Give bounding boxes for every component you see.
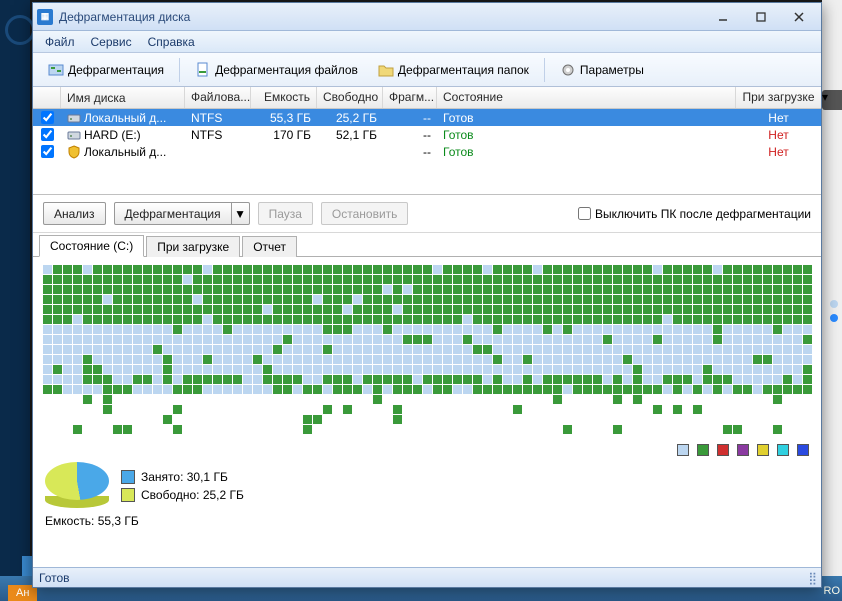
pie-chart [45,462,109,510]
disk-frag: -- [383,145,437,159]
legend-box [757,444,769,456]
disk-free: 25,2 ГБ [317,111,383,125]
capacity-label: Емкость: 55,3 ГБ [33,512,821,532]
close-button[interactable] [781,7,817,27]
drive-icon [67,145,81,159]
defrag-map [43,265,811,434]
tool-options[interactable]: Параметры [551,57,653,83]
row-checkbox[interactable] [41,128,54,141]
drive-icon [67,128,81,142]
disk-name: Локальный д... [84,145,166,159]
legend-box [697,444,709,456]
summary: Занято: 30,1 ГБ Свободно: 25,2 ГБ [33,458,821,512]
minimize-button[interactable] [705,7,741,27]
legend-box [777,444,789,456]
pause-button[interactable]: Пауза [258,202,313,225]
col-cap[interactable]: Емкость [251,87,317,108]
defrag-button[interactable]: Дефрагментация [114,202,232,225]
status-text: Готов [39,571,70,585]
shutdown-label: Выключить ПК после дефрагментации [595,207,811,221]
disk-fs: NTFS [185,128,251,142]
folder-icon [378,62,394,78]
row-checkbox[interactable] [41,111,54,124]
col-free[interactable]: Свободно [317,87,383,108]
used-color-box [121,470,135,484]
window-title: Дефрагментация диска [59,10,705,24]
disk-frag: -- [383,111,437,125]
disk-table-header[interactable]: Имя диска Файлова... Емкость Свободно Фр… [33,87,821,109]
tab-state[interactable]: Состояние (C:) [39,235,144,257]
shutdown-checkbox[interactable] [578,207,591,220]
menu-service[interactable]: Сервис [83,33,140,51]
disk-boot: Нет [768,145,788,159]
maximize-button[interactable] [743,7,779,27]
disk-state: Готов [443,145,474,159]
table-row[interactable]: HARD (E:) NTFS170 ГБ52,1 ГБ-- Готов Нет [33,126,821,143]
disk-boot: Нет [768,128,788,142]
tab-report[interactable]: Отчет [242,236,297,257]
tool-defrag-files[interactable]: Дефрагментация файлов [186,57,367,83]
col-frag[interactable]: Фрагм... [383,87,437,108]
disk-fs: NTFS [185,111,251,125]
menu-file[interactable]: Файл [37,33,83,51]
table-row[interactable]: Локальный д... NTFS55,3 ГБ25,2 ГБ-- Готов Н… [33,109,821,126]
file-icon [195,62,211,78]
statusbar: Готов ⣿ [33,567,821,587]
app-icon: ▦ [37,9,53,25]
defrag-icon [48,62,64,78]
table-row[interactable]: Локальный д... -- Готов Нет [33,143,821,160]
tool-defrag-folders-label: Дефрагментация папок [398,63,529,77]
disk-frag: -- [383,128,437,142]
titlebar[interactable]: ▦ Дефрагментация диска [33,3,821,31]
toolbar: Дефрагментация Дефрагментация файлов Деф… [33,53,821,87]
tool-defrag-files-label: Дефрагментация файлов [215,63,358,77]
legend-box [717,444,729,456]
disk-name: HARD (E:) [84,128,141,142]
col-name[interactable]: Имя диска [61,87,185,108]
legend-box [737,444,749,456]
menu-help[interactable]: Справка [140,33,203,51]
disk-free: 52,1 ГБ [317,128,383,142]
disk-cap: 170 ГБ [251,128,317,142]
tabs: Состояние (C:) При загрузке Отчет [33,233,821,257]
disk-cap: 55,3 ГБ [251,111,317,125]
disk-state: Готов [443,128,474,142]
action-bar: Анализ Дефрагментация ▼ Пауза Остановить… [33,195,821,233]
col-fs[interactable]: Файлова... [185,87,251,108]
gear-icon [560,62,576,78]
tool-defrag-folders[interactable]: Дефрагментация папок [369,57,538,83]
col-boot[interactable]: При загрузке [736,87,821,108]
resize-grip[interactable]: ⣿ [808,571,815,585]
free-label: Свободно: 25,2 ГБ [141,488,244,502]
disk-table: Имя диска Файлова... Емкость Свободно Фр… [33,87,821,195]
tool-defrag-label: Дефрагментация [68,63,164,77]
defrag-dropdown[interactable]: ▼ [232,202,250,225]
tool-options-label: Параметры [580,63,644,77]
disk-boot: Нет [768,111,788,125]
disk-name: Локальный д... [84,111,166,125]
drive-icon [67,111,81,125]
row-checkbox[interactable] [41,145,54,158]
bg-ro-label: RO [824,585,841,597]
analyze-button[interactable]: Анализ [43,202,106,225]
tab-boot[interactable]: При загрузке [146,236,240,257]
free-color-box [121,488,135,502]
tool-defrag[interactable]: Дефрагментация [39,57,173,83]
legend [33,438,821,458]
legend-box [797,444,809,456]
disk-state: Готов [443,111,474,125]
shutdown-checkbox-wrap[interactable]: Выключить ПК после дефрагментации [578,207,811,221]
col-state[interactable]: Состояние [437,87,736,108]
legend-box [677,444,689,456]
used-label: Занято: 30,1 ГБ [141,470,228,484]
bg-tab: ▾ [822,90,842,110]
stop-button[interactable]: Остановить [321,202,409,225]
app-window: ▦ Дефрагментация диска Файл Сервис Справ… [32,2,822,588]
menubar: Файл Сервис Справка [33,31,821,53]
